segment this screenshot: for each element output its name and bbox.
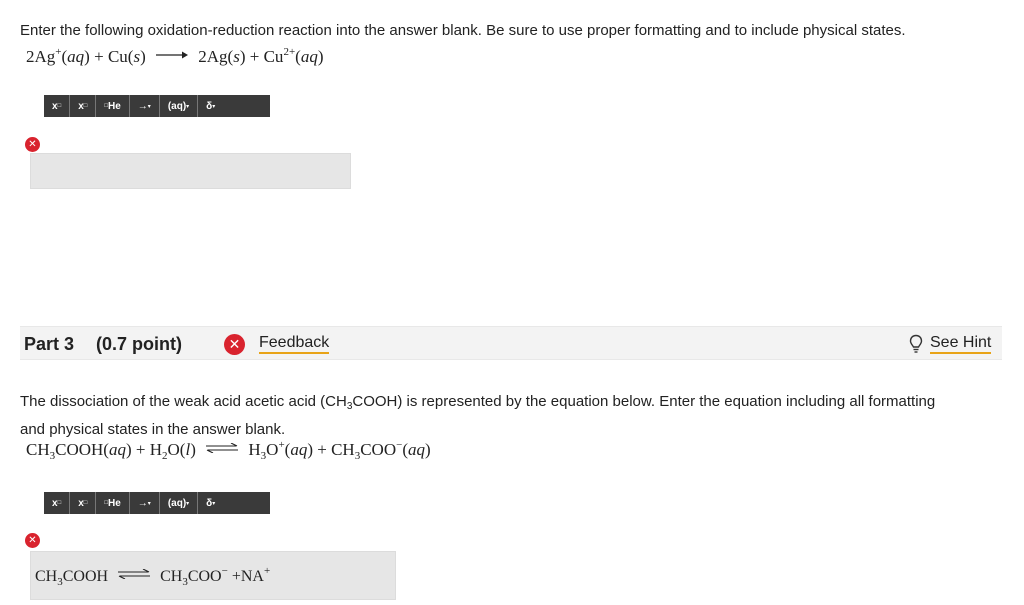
part-points: (0.7 point) (96, 334, 182, 354)
arrow-button[interactable]: → ▾ (130, 492, 160, 514)
part3-answer-field[interactable]: CH3COOH CH3COO− +NA+ (30, 551, 396, 600)
part2-instruction: Enter the following oxidation-reduction … (20, 22, 906, 39)
delta-button[interactable]: δ ▾ (198, 95, 223, 117)
delta-button[interactable]: δ ▾ (198, 492, 223, 514)
isotope-button[interactable]: □ He (96, 95, 130, 117)
part2-equation: 2Ag+(aq) + Cu(s) 2Ag(s) + Cu2+(aq) (26, 46, 324, 66)
answer-content: CH3COOH CH3COO− +NA+ (35, 565, 271, 588)
part-title: Part 3 (24, 334, 75, 354)
eq-reactant1: 2Ag (26, 47, 56, 66)
part2-format-toolbar: x □ x □ □ He → ▾ (aq) ▾ δ ▾ (44, 95, 270, 117)
state-button[interactable]: (aq) ▾ (160, 95, 199, 117)
part3-format-toolbar: x □ x □ □ He → ▾ (aq) ▾ δ ▾ (44, 492, 270, 514)
superscript-button[interactable]: x □ (44, 95, 71, 117)
incorrect-icon: ✕ (25, 137, 40, 152)
arrow-button[interactable]: → ▾ (130, 95, 160, 117)
incorrect-icon: ✕ (25, 533, 40, 548)
isotope-button[interactable]: □ He (96, 492, 130, 514)
equilibrium-arrow-icon (206, 443, 239, 453)
part3-instruction: The dissociation of the weak acid acetic… (20, 393, 936, 438)
feedback-error-icon: ✕ (224, 334, 245, 355)
reaction-arrow-icon (156, 50, 188, 60)
superscript-button[interactable]: x □ (44, 492, 71, 514)
part2-answer-field[interactable] (30, 153, 351, 189)
feedback-link[interactable]: Feedback (259, 334, 330, 354)
part3-header: Part 3 (0.7 point) ✕ Feedback See Hint (20, 326, 1002, 360)
see-hint-link[interactable]: See Hint (930, 334, 992, 354)
state-button[interactable]: (aq) ▾ (160, 492, 199, 514)
lightbulb-icon (909, 334, 923, 353)
subscript-button[interactable]: x □ (70, 492, 97, 514)
equilibrium-arrow-icon (118, 569, 151, 579)
subscript-button[interactable]: x □ (70, 95, 97, 117)
eq-product1: 2Ag (198, 47, 228, 66)
part3-equation: CH3COOH(aq) + H2O(l) H3O+(aq) + CH3COO−(… (26, 439, 431, 462)
